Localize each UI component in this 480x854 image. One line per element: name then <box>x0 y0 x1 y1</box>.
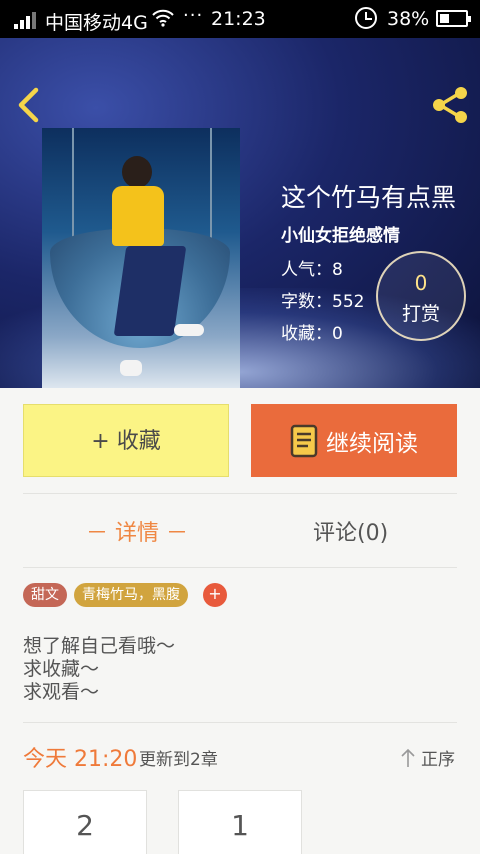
description-line: 求收藏～ <box>23 658 100 680</box>
signal-icon <box>14 11 40 29</box>
tab-detail[interactable]: － 详情 － <box>86 515 188 547</box>
sort-order-button[interactable]: 正序 <box>400 745 455 770</box>
add-tag-button[interactable]: + <box>203 583 227 607</box>
battery-fill <box>440 14 449 23</box>
reward-button[interactable]: 0 打赏 <box>376 251 466 341</box>
book-icon <box>290 424 318 457</box>
book-author: 小仙女拒绝感情 <box>281 226 400 246</box>
alarm-icon <box>355 7 377 29</box>
description-line: 想了解自己看哦～ <box>23 635 176 657</box>
popularity-stat: 人气：8 <box>281 260 343 280</box>
chevron-left-icon <box>18 87 39 123</box>
reward-label: 打赏 <box>401 303 440 325</box>
tab-comments[interactable]: 评论(0) <box>313 515 388 547</box>
word-count-stat: 字数：552 <box>281 292 365 312</box>
chapter-button[interactable]: 2 <box>23 790 147 854</box>
share-icon <box>433 87 467 123</box>
continue-reading-label: 继续阅读 <box>326 430 418 457</box>
battery-percent: 38% <box>387 8 430 30</box>
divider <box>23 722 457 723</box>
book-title: 这个竹马有点黑 <box>281 183 457 212</box>
update-time: 今天 21:20 <box>23 747 138 772</box>
chapter-button[interactable]: 1 <box>178 790 302 854</box>
tag-chip[interactable]: 青梅竹马，黑腹 <box>74 583 188 607</box>
share-button[interactable] <box>430 85 470 125</box>
back-button[interactable] <box>12 86 46 124</box>
status-bar: 中国移动4G ··· 21:23 38% <box>0 0 480 38</box>
add-favorite-button[interactable]: + 收藏 <box>23 404 229 477</box>
clock: 21:23 <box>211 8 266 30</box>
arrow-up-icon <box>401 748 415 767</box>
book-description: 想了解自己看哦～ 求收藏～ 求观看～ <box>23 635 175 704</box>
divider <box>23 493 457 494</box>
continue-reading-button[interactable]: 继续阅读 <box>251 404 457 477</box>
tag-chip[interactable]: 甜文 <box>23 583 67 607</box>
wifi-icon <box>152 9 174 32</box>
reward-count: 0 <box>414 271 428 295</box>
divider <box>23 567 457 568</box>
favorites-stat: 收藏：0 <box>281 324 343 344</box>
description-line: 求观看～ <box>23 681 100 703</box>
battery-icon <box>436 10 471 27</box>
more-status-icon: ··· <box>183 5 204 26</box>
sort-order-label: 正序 <box>421 750 455 770</box>
update-note: 更新到2章 <box>139 750 218 770</box>
carrier-name: 中国移动4G <box>45 12 148 34</box>
book-header: 这个竹马有点黑 小仙女拒绝感情 人气：8 字数：552 收藏：0 0 打赏 <box>0 38 480 388</box>
book-cover-image <box>42 128 240 388</box>
